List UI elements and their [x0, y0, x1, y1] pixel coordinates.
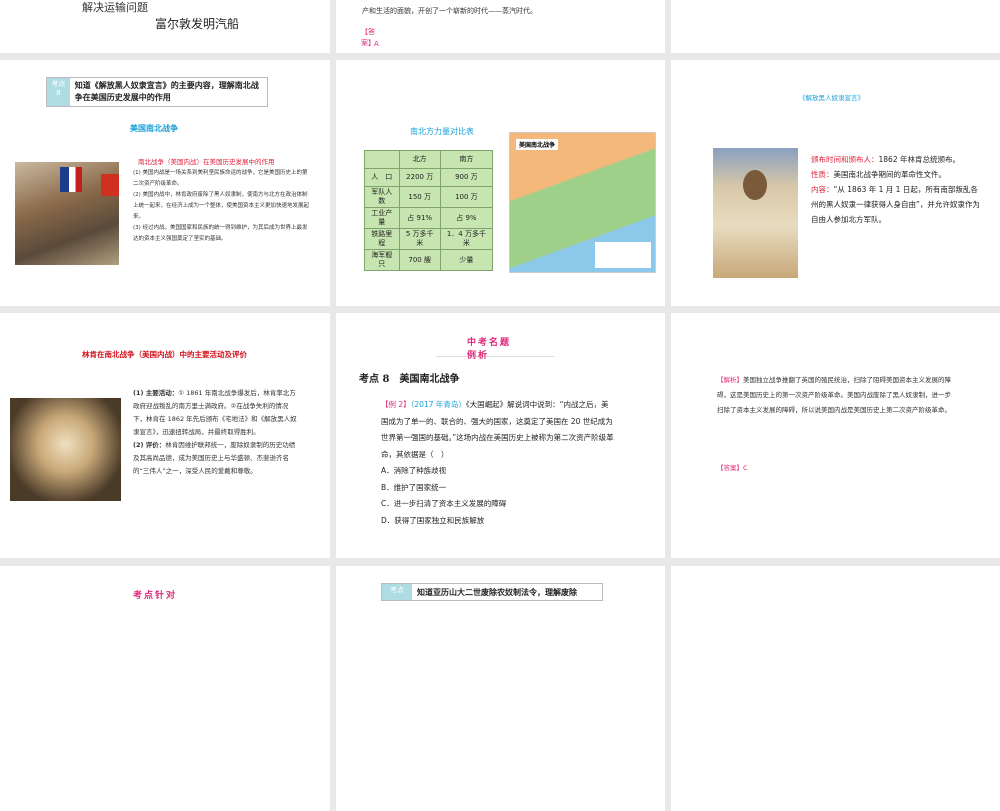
paragraph: (3) 经过内战，美国国家和民族的统一得到维护，为其后成为世界上最发达的资本主义… — [133, 225, 308, 242]
cell: 1．4 万多千米 — [439, 228, 494, 250]
value: “从 1863 年 1 月 1 日起，所有南部叛乱各州的黑人奴隶一律获得人身自由… — [811, 185, 980, 224]
analysis: 【解析】美国独立战争推翻了英国的殖民统治，扫除了阻碍美国资本主义发展的障碍，这是… — [717, 373, 957, 418]
cell: 100 万 — [439, 186, 494, 208]
table-row: 军队人数 150 万 100 万 — [364, 186, 494, 208]
label: (2) 评价： — [133, 441, 166, 449]
value: 1862 年林肯总统颁布。 — [878, 155, 960, 164]
option: A．消除了种族歧视 — [381, 466, 447, 475]
question: 【例 2】（2017 年青岛）《大国崛起》解说词中说到：“内战之后，美国成为了单… — [381, 397, 616, 529]
lincoln-statue-image — [10, 398, 121, 501]
kaodian-box: 考点 知道亚历山大二世废除农奴制法令，理解废除 — [381, 583, 603, 601]
analysis-label: 【解析】 — [717, 376, 743, 384]
cell: 占 91% — [398, 207, 441, 229]
cell: 900 万 — [439, 168, 494, 187]
section-heading: 考点 8 美国南北战争 — [359, 374, 460, 385]
slide-title: 美国南北战争 — [130, 124, 178, 133]
source: （2017 年青岛） — [410, 400, 466, 409]
map-title: 美国南北战争 — [516, 139, 559, 150]
slide-subtitle: 南北战争（美国内战）在美国历史发展中的作用 — [138, 158, 275, 166]
cell — [364, 150, 400, 169]
cell: 占 9% — [439, 207, 494, 229]
cell: 北方 — [398, 150, 441, 169]
cell: 150 万 — [398, 186, 441, 208]
answer-value: C — [743, 464, 748, 472]
slide-title: 《解放黑人奴隶宣言》 — [799, 94, 864, 102]
option: D．获得了国家独立和民族解放 — [381, 515, 485, 525]
table-row: 工业产量占 91% 占 9% — [364, 207, 494, 229]
answer-value: A — [374, 40, 379, 48]
paragraph: (2) 美国内战中，林肯政府废除了黑人奴隶制，使南方与北方在政治体制上统一起来，… — [133, 192, 310, 220]
cell: 铁路里程 — [364, 228, 400, 250]
banner: 例析 — [467, 351, 490, 361]
kaodian-box: 考点8 知道《解放黑人奴隶宣言》的主要内容，理解南北战争在美国历史发展中的作用 — [46, 77, 268, 107]
label: 内容： — [811, 185, 834, 194]
slide-text: 富尔敦发明汽船 — [155, 17, 240, 31]
table-row: 人 口 2200 万 900 万 — [364, 168, 494, 187]
slide-body: 颁布时间和颁布人：1862 年林肯总统颁布。 性质：美国南北战争期间的革命性文件… — [811, 152, 981, 227]
example-label: 【例 2】 — [381, 400, 411, 409]
banner: 中考名题 — [467, 338, 512, 348]
civil-war-map: 美国南北战争 — [509, 132, 656, 273]
answer: 【答案】C — [717, 462, 748, 472]
option: B．维护了国家统一 — [381, 482, 447, 492]
answer-label: 【答案】 — [717, 464, 743, 472]
slide-text: 解决运输问题 — [82, 1, 148, 14]
slide-thumbnail[interactable]: 【解析】美国独立战争推翻了英国的殖民统治，扫除了阻碍美国资本主义发展的障碍，这是… — [671, 313, 1000, 558]
slide-body: (1) 美国内战是一场关系到美利坚民族命运的战争，它是美国历史上的第二次资产阶级… — [133, 168, 313, 245]
kaodian-text: 知道亚历山大二世废除农奴制法令，理解废除 — [417, 587, 577, 597]
slide-thumbnail[interactable]: 考点 知道亚历山大二世废除农奴制法令，理解废除 — [336, 566, 665, 811]
slide-thumbnail[interactable]: 《解放黑人奴隶宣言》 颁布时间和颁布人：1862 年林肯总统颁布。 性质：美国南… — [671, 60, 1000, 306]
slide-thumbnail[interactable] — [671, 0, 1000, 53]
kaodian-label: 考点8 — [47, 78, 70, 106]
cell: 工业产量 — [364, 207, 400, 229]
cell: 人 口 — [364, 168, 400, 187]
slide-thumbnail[interactable]: 解决运输问题 富尔敦发明汽船 — [0, 0, 330, 53]
slide-thumbnail[interactable] — [671, 566, 1000, 811]
cell: 海军舰只 — [364, 249, 400, 271]
paragraph: (1) 美国内战是一场关系到美利坚民族命运的战争，它是美国历史上的第二次资产阶级… — [133, 170, 308, 187]
cell: 2200 万 — [398, 168, 441, 187]
answer-label: 【答案】 — [361, 28, 375, 47]
table-row: 铁路里程 5 万多千米 1．4 万多千米 — [364, 228, 494, 250]
value: 美国南北战争期间的革命性文件。 — [833, 170, 947, 179]
kaodian-label: 考点 — [382, 584, 412, 600]
cell: 700 艘 — [398, 249, 441, 271]
slide-title: 南北方力量对比表 — [410, 127, 474, 136]
slide-body: (1) 主要活动：① 1861 年南北战争爆发后，林肯率北方政府迎战叛乱的南方里… — [133, 387, 298, 478]
slide-thumbnail[interactable]: 产和生活的面貌，开创了一个崭新的时代——蒸汽时代。 【答案】 A — [336, 0, 665, 53]
option: C．进一步扫清了资本主义发展的障碍 — [381, 499, 507, 508]
comparison-table: 北方 南方 人 口 2200 万 900 万 军队人数 150 万 100 万 工业产量占… — [364, 150, 494, 271]
table-row: 海军舰只 700 艘少量 — [364, 249, 494, 271]
slide-text: 产和生活的面貌，开创了一个崭新的时代——蒸汽时代。 — [362, 7, 537, 15]
slide-title: 林肯在南北战争（美国内战）中的主要活动及评价 — [82, 350, 247, 359]
analysis-text: 美国独立战争推翻了英国的殖民统治，扫除了阻碍美国资本主义发展的障碍，这是美国历史… — [717, 376, 951, 414]
slide-title: 考点针对 — [133, 591, 178, 601]
label: 颁布时间和颁布人： — [811, 155, 879, 164]
cell: 5 万多千米 — [398, 228, 441, 250]
slide-thumbnail[interactable]: 中考名题 例析 考点 8 美国南北战争 【例 2】（2017 年青岛）《大国崛起… — [336, 313, 665, 558]
cell: 军队人数 — [364, 186, 400, 208]
slide-thumbnail[interactable]: 南北方力量对比表 北方 南方 人 口 2200 万 900 万 军队人数 150 万 10… — [336, 60, 665, 306]
cell: 南方 — [439, 150, 494, 169]
label: 性质： — [811, 170, 834, 179]
slide-thumbnail[interactable]: 林肯在南北战争（美国内战）中的主要活动及评价 (1) 主要活动：① 1861 年… — [0, 313, 330, 558]
slide-thumbnail[interactable]: 考点针对 — [0, 566, 330, 811]
kaodian-text: 知道《解放黑人奴隶宣言》的主要内容，理解南北战争在美国历史发展中的作用 — [74, 81, 259, 102]
slide-thumbnail[interactable]: 考点8 知道《解放黑人奴隶宣言》的主要内容，理解南北战争在美国历史发展中的作用 … — [0, 60, 330, 306]
proclamation-image — [713, 148, 798, 278]
battle-image — [15, 162, 119, 265]
cell: 少量 — [439, 249, 494, 271]
table-header: 北方 南方 — [364, 150, 494, 169]
label: (1) 主要活动： — [133, 389, 179, 397]
